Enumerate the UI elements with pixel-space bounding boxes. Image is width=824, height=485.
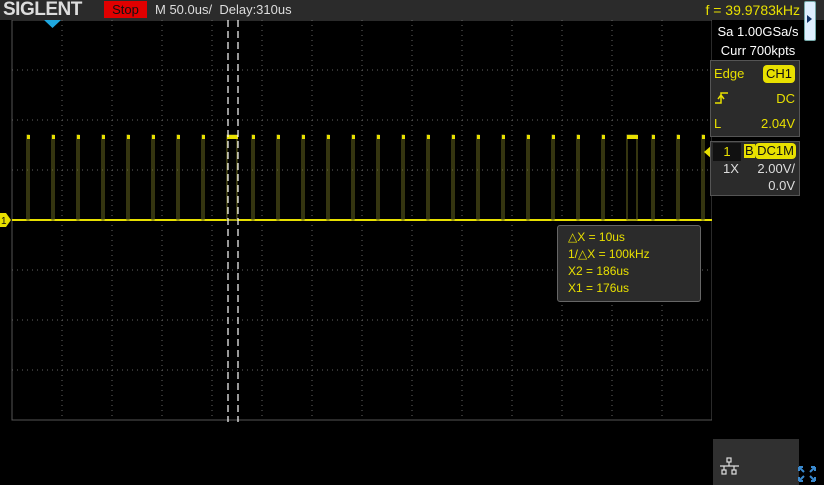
pulse-top [452,135,455,139]
fullscreen-icon[interactable] [797,465,817,483]
pulse [401,134,405,221]
pulse [651,134,655,221]
network-status-area [713,439,799,485]
pulse-top [227,135,238,139]
pulse [126,134,130,221]
pulse [201,134,205,221]
cursor-inverse-delta-x: 1/△X = 100kHz [568,247,650,261]
top-bar: SIGLENT Stop M 50.0us/ Delay:310us f = 3… [0,0,824,20]
run-stop-status[interactable]: Stop [104,1,147,18]
pulse [676,134,680,221]
pulse-top [277,135,280,139]
timebase-readout[interactable]: M 50.0us/ Delay:310us [155,0,292,20]
pulse [501,134,505,221]
probe-ratio: 1X [723,161,739,176]
frequency-counter: f = 39.9783kHz [705,2,800,18]
pulse [151,134,155,221]
memory-depth: Curr 700kpts [712,43,804,58]
delay: Delay:310us [219,2,292,17]
pulse-top [677,135,680,139]
pulse [251,134,255,221]
pulse-top [652,135,655,139]
trigger-panel[interactable]: Edge CH1 DC L 2.04V [710,60,800,137]
pulse-top [202,135,205,139]
pulse-top [252,135,255,139]
pulse-top [52,135,55,139]
pulse [176,134,180,221]
pulse-top [402,135,405,139]
channel1-panel[interactable]: 1 B DC1M 1X 2.00V/ 0.0V [710,141,800,196]
pulse-top [502,135,505,139]
pulse [51,134,55,221]
rising-edge-icon [715,92,728,104]
channel-coupling: DC1M [755,143,796,159]
pulse-top [577,135,580,139]
pulse-top [602,135,605,139]
pulse [601,134,605,221]
channel1-marker-label: 1 [1,216,7,227]
pulse [301,134,305,221]
pulse-top [127,135,130,139]
pulse [701,134,705,221]
pulse-top [352,135,355,139]
brand-logo: SIGLENT [3,0,82,20]
pulse-top [527,135,530,139]
cursor-x1: X1 = 176us [568,281,630,295]
cursor-measurement-box: △X = 10us 1/△X = 100kHz X2 = 186us X1 = … [557,225,701,302]
menu-expand-button[interactable] [804,1,816,41]
pulse [551,134,555,221]
chevron-right-icon [807,15,812,23]
pulse-top [477,135,480,139]
trigger-source: CH1 [762,65,795,83]
pulse-top [552,135,555,139]
bandwidth-limit-badge: B [744,143,755,158]
pulse [451,134,455,221]
pulse [76,134,80,221]
trigger-type: Edge [714,66,745,81]
pulse-top [177,135,180,139]
sample-rate: Sa 1.00GSa/s [712,24,804,39]
pulse [326,134,330,221]
pulse [26,134,30,221]
pulse-top [377,135,380,139]
network-icon [720,457,739,475]
pulse-top [427,135,430,139]
pulse-top [27,135,30,139]
waveform-display[interactable]: 1 [0,20,712,422]
cursor-delta-x: △X = 10us [568,230,625,244]
trigger-level: 2.04V [761,116,795,131]
pulse [101,134,105,221]
pulse-top [302,135,305,139]
channel-number: 1 [713,143,741,161]
pulse [426,134,430,221]
pulse [276,134,280,221]
vertical-scale: 2.00V/ [757,161,795,176]
pulse-top [702,135,705,139]
pulse [576,134,580,221]
trigger-coupling: DC [776,91,795,106]
trigger-position-marker [44,20,61,28]
pulse [626,134,638,221]
pulse-top [627,135,638,139]
pulse-top [102,135,105,139]
pulse [351,134,355,221]
pulse-top [152,135,155,139]
pulse [526,134,530,221]
pulse [376,134,380,221]
pulse [476,134,480,221]
cursor-x2: X2 = 186us [568,264,630,278]
pulse-top [77,135,80,139]
trigger-level-label: L [714,116,722,131]
pulse-top [327,135,330,139]
timebase: M 50.0us/ [155,2,213,17]
vertical-offset: 0.0V [768,178,795,193]
